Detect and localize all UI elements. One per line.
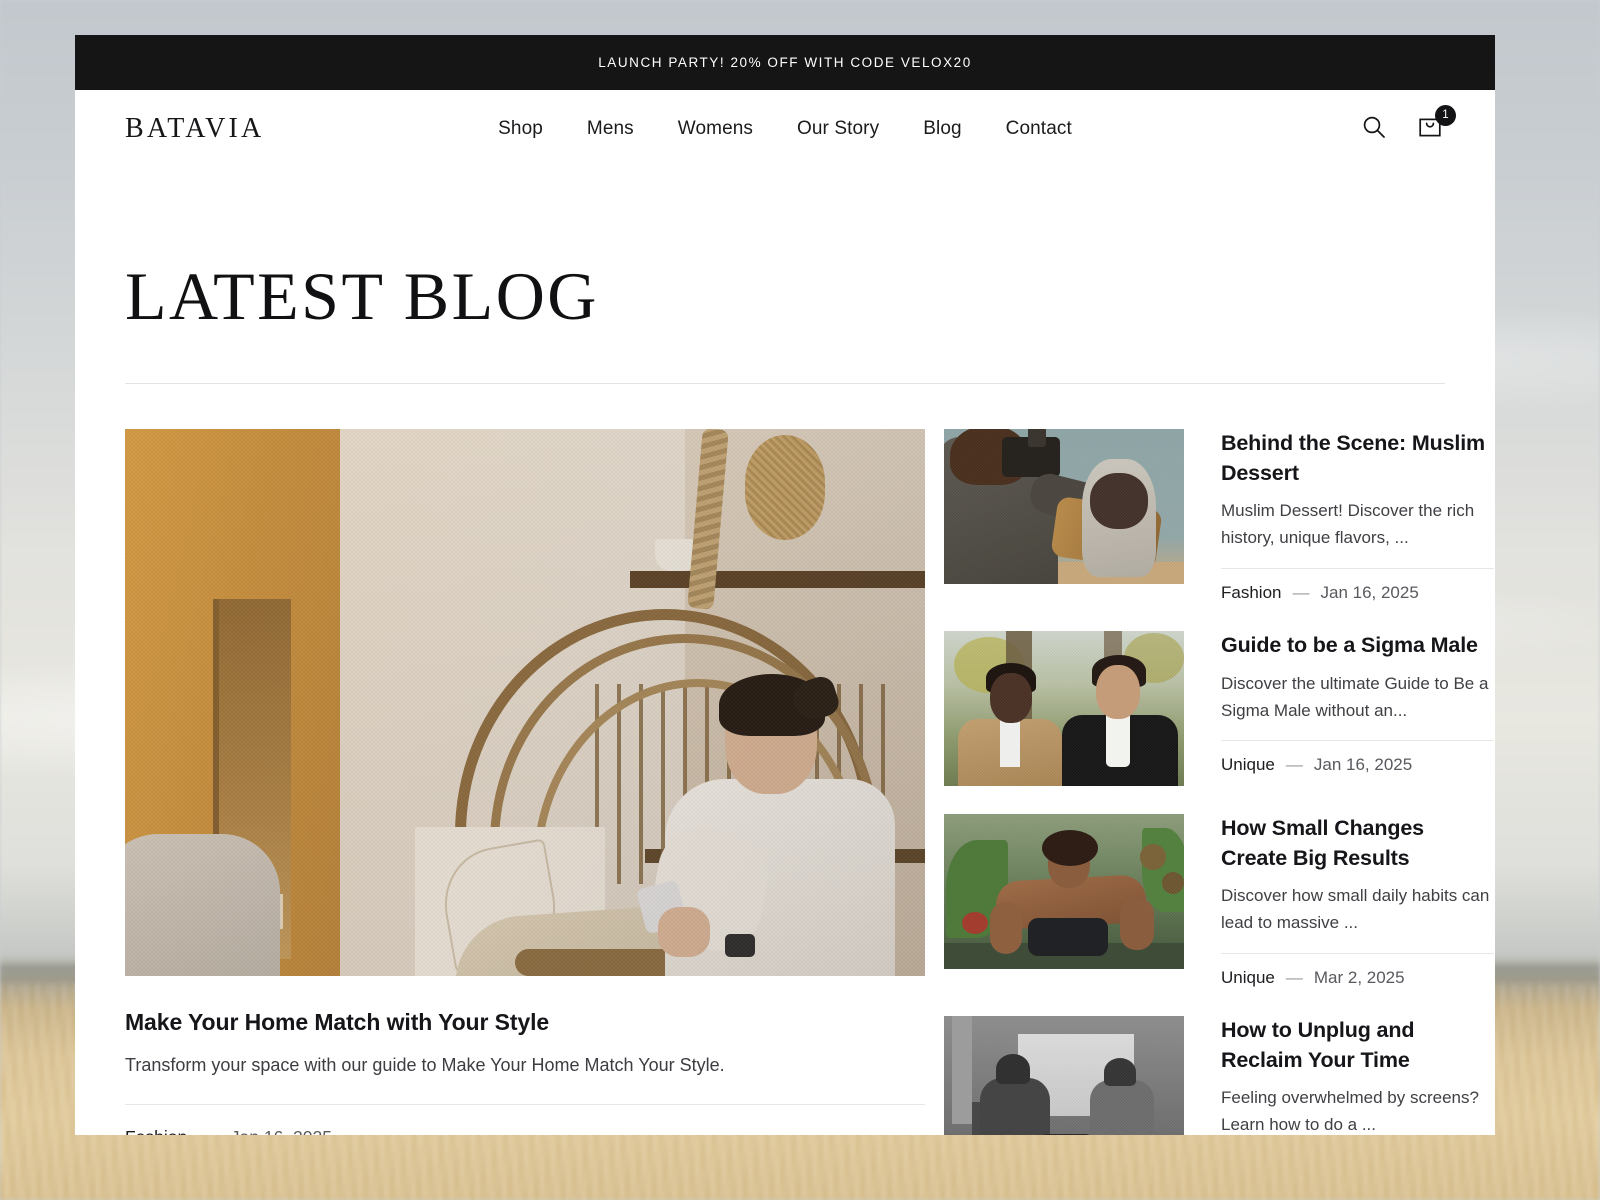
post-separator: — <box>1285 755 1303 775</box>
thumb-athlete-hair <box>1042 830 1098 867</box>
featured-post-title[interactable]: Make Your Home Match with Your Style <box>125 1009 925 1036</box>
list-item[interactable]: Behind the Scene: Muslim Dessert Muslim … <box>944 429 1494 603</box>
thumb-hanging-orb-one <box>1140 844 1166 871</box>
post-thumbnail[interactable] <box>944 631 1184 787</box>
cart-count-badge: 1 <box>1435 104 1456 126</box>
search-icon <box>1361 114 1387 143</box>
post-thumbnail[interactable] <box>944 814 1184 970</box>
thumb-red-flower <box>962 912 988 935</box>
post-thumbnail[interactable] <box>944 429 1184 584</box>
thumb-athlete-arm-left <box>990 902 1022 955</box>
page-content: LATEST BLOG Make Your Home Match with Yo… <box>75 262 1495 1135</box>
nav-item-womens[interactable]: Womens <box>678 118 753 140</box>
nav-item-shop[interactable]: Shop <box>498 118 543 140</box>
nav-item-mens[interactable]: Mens <box>587 118 634 140</box>
blog-grid: Make Your Home Match with Your Style Tra… <box>125 429 1494 1135</box>
post-excerpt: Discover the ultimate Guide to Be a Sigm… <box>1221 673 1489 720</box>
photo-woven-basket <box>745 435 825 540</box>
photo-shelf-upper <box>630 571 925 588</box>
title-divider <box>125 383 1445 384</box>
post-excerpt: Discover how small daily habits can lead… <box>1221 886 1490 933</box>
header-actions: 1 <box>1359 104 1456 144</box>
post-meta: Unique — Jan 16, 2025 <box>1221 740 1494 775</box>
post-thumbnail[interactable] <box>944 1016 1184 1135</box>
featured-post-image[interactable] <box>125 429 925 976</box>
featured-post-date: Jan 16, 2025 <box>231 1127 332 1135</box>
list-item[interactable]: How Small Changes Create Big Results Dis… <box>944 814 1494 988</box>
post-text: How Small Changes Create Big Results Dis… <box>1221 814 1494 988</box>
post-category[interactable]: Fashion <box>1221 583 1281 603</box>
recent-posts-list: Behind the Scene: Muslim Dessert Muslim … <box>944 429 1494 1135</box>
post-date: Jan 16, 2025 <box>1320 583 1419 603</box>
thumb-subject-face <box>1090 473 1148 529</box>
post-meta: Fashion — Jan 16, 2025 <box>1221 568 1494 603</box>
post-separator: — <box>1292 583 1310 603</box>
post-date: Mar 2, 2025 <box>1313 968 1405 988</box>
thumb-camera-top <box>1028 429 1046 447</box>
post-title[interactable]: How to Unplug and Reclaim Your Time <box>1221 1016 1494 1075</box>
site-header: BATAVIA Shop Mens Womens Our Story Blog … <box>75 90 1495 167</box>
list-item[interactable]: How to Unplug and Reclaim Your Time Feel… <box>944 1016 1494 1135</box>
nav-item-contact[interactable]: Contact <box>1006 118 1072 140</box>
announcement-text: LAUNCH PARTY! 20% OFF WITH CODE VELOX20 <box>598 55 972 70</box>
post-title[interactable]: Guide to be a Sigma Male <box>1221 631 1494 661</box>
main-navigation: Shop Mens Womens Our Story Blog Contact <box>75 118 1495 140</box>
photo-person-hand <box>658 907 710 957</box>
featured-post[interactable]: Make Your Home Match with Your Style Tra… <box>125 429 925 1135</box>
thumb-plant-right <box>1142 828 1184 913</box>
post-text: Behind the Scene: Muslim Dessert Muslim … <box>1221 429 1494 603</box>
featured-post-excerpt: Transform your space with our guide to M… <box>125 1055 725 1075</box>
thumb-hanging-orb-two <box>1162 872 1184 895</box>
post-text: Guide to be a Sigma Male Discover the ul… <box>1221 631 1494 786</box>
featured-post-separator: — <box>200 1127 218 1135</box>
thumb-monochrome-grade <box>944 1016 1184 1135</box>
website-viewport: LAUNCH PARTY! 20% OFF WITH CODE VELOX20 … <box>75 35 1495 1135</box>
post-meta: Unique — Mar 2, 2025 <box>1221 953 1494 988</box>
post-category[interactable]: Unique <box>1221 755 1275 775</box>
thumb-athlete-shorts <box>1028 918 1108 957</box>
featured-post-category[interactable]: Fashion <box>125 1127 187 1135</box>
thumb-model-two-collar <box>1106 711 1130 768</box>
photo-wristwatch <box>725 934 755 957</box>
thumb-model-two-face <box>1096 665 1140 720</box>
post-title[interactable]: Behind the Scene: Muslim Dessert <box>1221 429 1494 488</box>
thumb-athlete-arm-right <box>1120 898 1154 951</box>
page-title: LATEST BLOG <box>125 258 599 334</box>
nav-item-our-story[interactable]: Our Story <box>797 118 879 140</box>
site-logo[interactable]: BATAVIA <box>125 113 264 145</box>
featured-post-meta: Fashion — Jan 16, 2025 <box>125 1104 925 1135</box>
thumb-model-one-collar <box>1000 717 1020 768</box>
post-title[interactable]: How Small Changes Create Big Results <box>1221 814 1494 873</box>
post-separator: — <box>1285 968 1303 988</box>
post-text: How to Unplug and Reclaim Your Time Feel… <box>1221 1016 1494 1135</box>
post-category[interactable]: Unique <box>1221 968 1275 988</box>
nav-item-blog[interactable]: Blog <box>923 118 961 140</box>
post-excerpt: Muslim Dessert! Discover the rich histor… <box>1221 501 1475 548</box>
thumb-model-one-face <box>990 673 1032 724</box>
search-button[interactable] <box>1359 114 1389 144</box>
cart-button[interactable]: 1 <box>1415 104 1456 144</box>
post-excerpt: Feeling overwhelmed by screens? Learn ho… <box>1221 1088 1479 1135</box>
list-item[interactable]: Guide to be a Sigma Male Discover the ul… <box>944 631 1494 787</box>
photo-armchair <box>125 834 280 976</box>
post-date: Jan 16, 2025 <box>1313 755 1413 775</box>
announcement-bar[interactable]: LAUNCH PARTY! 20% OFF WITH CODE VELOX20 <box>75 35 1495 90</box>
